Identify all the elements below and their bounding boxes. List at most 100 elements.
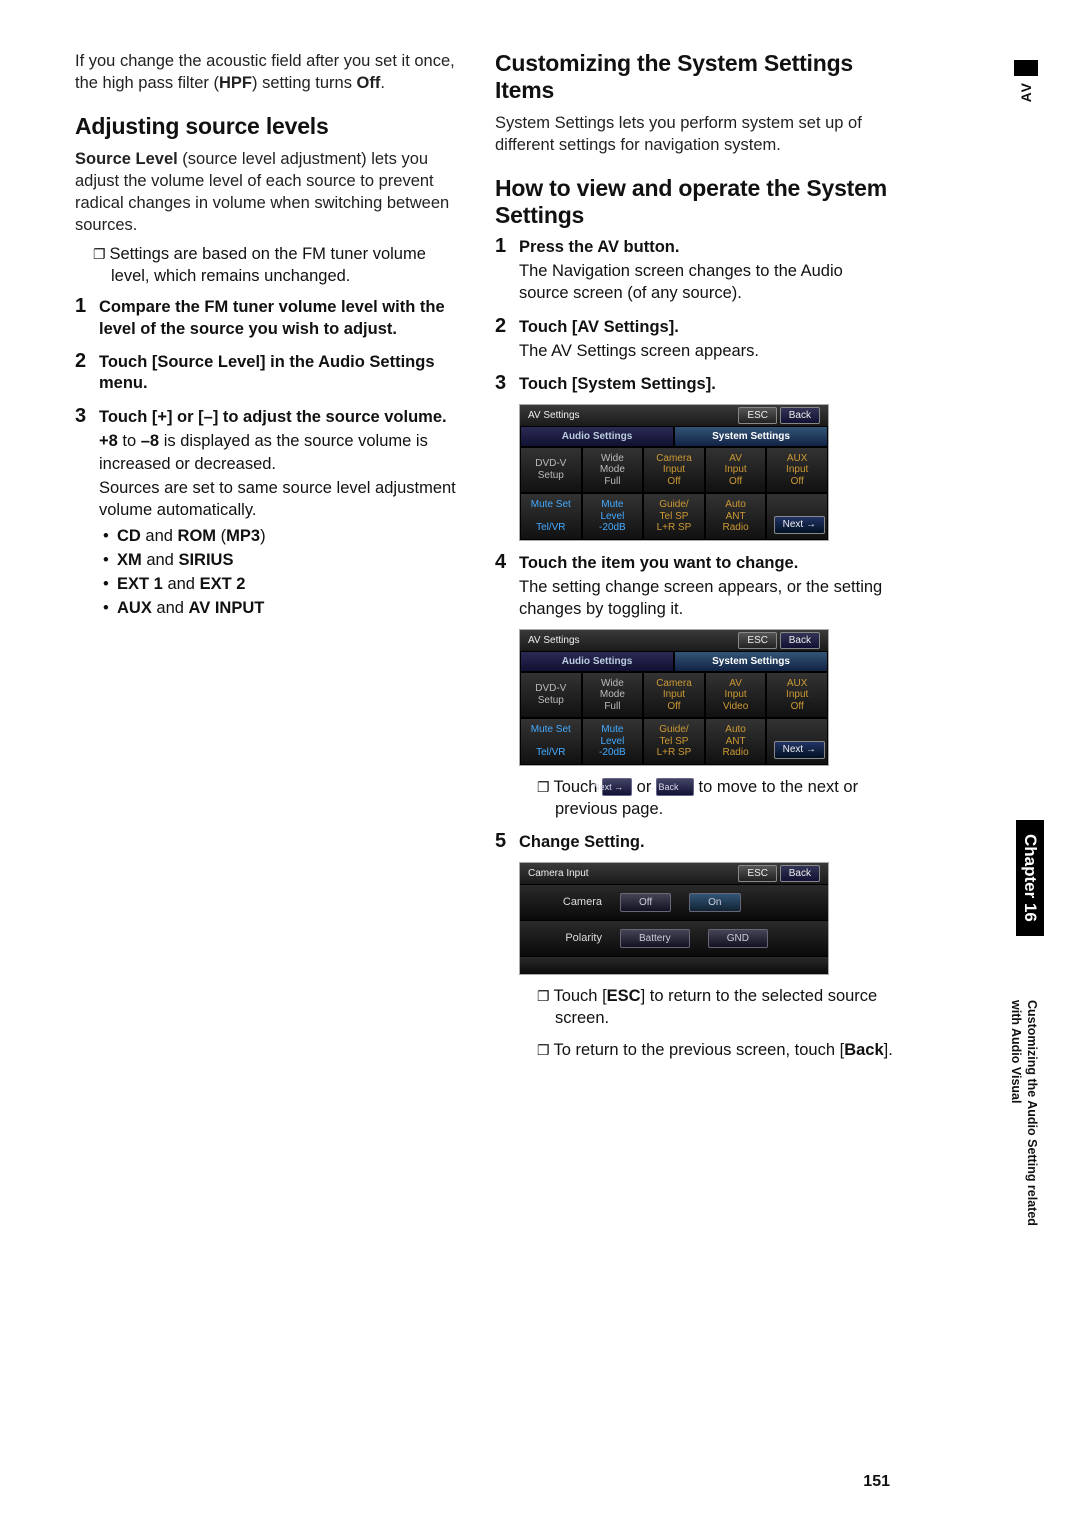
side-tab-av: AV <box>1012 60 1040 102</box>
spacer-row <box>520 956 828 974</box>
screenshot-1-titlebar: AV Settings ESC Back <box>520 405 828 426</box>
screenshot-3-title: Camera Input <box>528 868 589 879</box>
back-button[interactable]: Back <box>780 632 820 649</box>
howto-step-1: Press the AV button. The Navigation scre… <box>495 237 895 305</box>
screenshot-1-title: AV Settings <box>528 410 580 421</box>
right-column: Customizing the System Settings Items Sy… <box>495 50 895 1073</box>
intro-end: . <box>380 74 385 92</box>
pair-cd-rom: CD and ROM (MP3) <box>103 525 465 549</box>
step-2-head: Touch [Source Level] in the Audio Settin… <box>99 352 465 395</box>
polarity-battery-option[interactable]: Battery <box>620 929 690 948</box>
screenshot-av-settings-2: AV Settings ESC Back Audio Settings Syst… <box>519 629 829 766</box>
polarity-gnd-option[interactable]: GND <box>708 929 768 948</box>
off-word: Off <box>357 74 381 92</box>
hpf-abbrev: HPF <box>219 74 252 92</box>
screenshot-3-titlebar: Camera Input ESC Back <box>520 863 828 884</box>
screenshot-2-tabs: Audio Settings System Settings <box>520 651 828 672</box>
screenshot-1-row1: DVD-VSetup WideModeFull CameraInputOff A… <box>520 447 828 494</box>
screenshot-2-row1: DVD-VSetup WideModeFull CameraInputOff A… <box>520 672 828 719</box>
step-3-body-b: Sources are set to same source level adj… <box>99 477 465 522</box>
cell-mute-set[interactable]: Mute Set Tel/VR <box>520 718 582 765</box>
tab-system-settings[interactable]: System Settings <box>674 651 828 672</box>
cell-auto-ant[interactable]: AutoANTRadio <box>705 493 767 540</box>
back-button[interactable]: Back <box>780 865 820 882</box>
side-chapter-title: Customizing the Audio Setting relatedwit… <box>1008 1000 1041 1226</box>
customizing-paragraph: System Settings lets you perform system … <box>495 112 895 157</box>
two-column-layout: If you change the acoustic field after y… <box>75 50 1020 1073</box>
cell-camera-input[interactable]: CameraInputOff <box>643 672 705 719</box>
howto-step-4: Touch the item you want to change. The s… <box>495 553 895 821</box>
page-number: 151 <box>863 1473 890 1491</box>
esc-button[interactable]: ESC <box>738 865 777 882</box>
howto-step-1-body: The Navigation screen changes to the Aud… <box>519 260 895 305</box>
cell-dvdv-setup[interactable]: DVD-VSetup <box>520 447 582 494</box>
camera-row: Camera Off On <box>520 884 828 920</box>
intro-paragraph: If you change the acoustic field after y… <box>75 50 465 95</box>
screenshot-2-row2: Mute Set Tel/VR MuteLevel-20dB Guide/Tel… <box>520 718 828 765</box>
cell-mute-level[interactable]: MuteLevel-20dB <box>582 718 644 765</box>
cell-wide-mode[interactable]: WideModeFull <box>582 672 644 719</box>
left-column: If you change the acoustic field after y… <box>75 50 465 1073</box>
tab-audio-settings[interactable]: Audio Settings <box>520 426 674 447</box>
step-3-head: Touch [+] or [–] to adjust the source vo… <box>99 407 465 428</box>
heading-adjusting-source-levels: Adjusting source levels <box>75 113 465 140</box>
howto-step-3: Touch [System Settings]. AV Settings ESC… <box>495 374 895 540</box>
pair-ext1-ext2: EXT 1 and EXT 2 <box>103 573 465 597</box>
cell-av-input[interactable]: AVInputOff <box>705 447 767 494</box>
steps-adjusting: Compare the FM tuner volume level with t… <box>75 297 465 621</box>
tab-system-settings[interactable]: System Settings <box>674 426 828 447</box>
next-button[interactable]: Next → <box>774 741 825 759</box>
cell-dvdv-setup[interactable]: DVD-VSetup <box>520 672 582 719</box>
screenshot-av-settings-1: AV Settings ESC Back Audio Settings Syst… <box>519 404 829 541</box>
howto-step-3-head: Touch [System Settings]. <box>519 374 895 395</box>
cell-aux-input[interactable]: AUXInputOff <box>766 447 828 494</box>
cell-av-input[interactable]: AVInputVideo <box>705 672 767 719</box>
screenshot-2-title: AV Settings <box>528 635 580 646</box>
cell-next: Next → <box>766 718 828 765</box>
next-icon: Next → <box>602 778 632 796</box>
cell-camera-input[interactable]: CameraInputOff <box>643 447 705 494</box>
pair-xm-sirius: XM and SIRIUS <box>103 549 465 573</box>
cell-mute-set[interactable]: Mute Set Tel/VR <box>520 493 582 540</box>
steps-howto: Press the AV button. The Navigation scre… <box>495 237 895 1062</box>
cell-aux-input[interactable]: AUXInputOff <box>766 672 828 719</box>
cell-next: Next → <box>766 493 828 540</box>
howto-step-4-body: The setting change screen appears, or th… <box>519 576 895 621</box>
cell-auto-ant[interactable]: AutoANTRadio <box>705 718 767 765</box>
side-av-label: AV <box>1018 82 1034 102</box>
howto-step-4-head: Touch the item you want to change. <box>519 553 895 574</box>
polarity-label: Polarity <box>532 932 602 944</box>
side-black-tab <box>1014 60 1038 76</box>
screenshot-1-row2: Mute Set Tel/VR MuteLevel-20dB Guide/Tel… <box>520 493 828 540</box>
back-button[interactable]: Back <box>780 407 820 424</box>
screenshot-1-tabs: Audio Settings System Settings <box>520 426 828 447</box>
step-3: Touch [+] or [–] to adjust the source vo… <box>75 407 465 621</box>
source-level-bold: Source Level <box>75 150 178 168</box>
step-3-body-a: +8 to –8 is displayed as the source volu… <box>99 430 465 475</box>
cell-guide-telsp[interactable]: Guide/Tel SPL+R SP <box>643 493 705 540</box>
tab-audio-settings[interactable]: Audio Settings <box>520 651 674 672</box>
esc-button[interactable]: ESC <box>738 407 777 424</box>
cell-guide-telsp[interactable]: Guide/Tel SPL+R SP <box>643 718 705 765</box>
minus8: –8 <box>141 432 159 450</box>
pair-aux-avinput: AUX and AV INPUT <box>103 597 465 621</box>
screenshot-camera-input: Camera Input ESC Back Camera Off On Pola… <box>519 862 829 975</box>
note-back: To return to the previous screen, touch … <box>537 1039 895 1061</box>
cell-wide-mode[interactable]: WideModeFull <box>582 447 644 494</box>
cell-mute-level[interactable]: MuteLevel-20dB <box>582 493 644 540</box>
next-button[interactable]: Next → <box>774 516 825 534</box>
side-chapter-tab: Chapter 16 <box>1016 820 1044 936</box>
note-esc: Touch [ESC] to return to the selected so… <box>537 985 895 1030</box>
camera-on-option[interactable]: On <box>689 893 740 912</box>
howto-step-2: Touch [AV Settings]. The AV Settings scr… <box>495 317 895 363</box>
step-2: Touch [Source Level] in the Audio Settin… <box>75 352 465 395</box>
screenshot-2-titlebar: AV Settings ESC Back <box>520 630 828 651</box>
note-next-back: Touch Next → or ← Back to move to the ne… <box>537 776 895 821</box>
plus8: +8 <box>99 432 118 450</box>
source-level-paragraph: Source Level (source level adjustment) l… <box>75 148 465 237</box>
intro-text-2: ) setting turns <box>252 74 357 92</box>
esc-button[interactable]: ESC <box>738 632 777 649</box>
camera-off-option[interactable]: Off <box>620 893 671 912</box>
source-pair-list: CD and ROM (MP3) XM and SIRIUS EXT 1 and… <box>103 525 465 621</box>
camera-label: Camera <box>532 896 602 908</box>
